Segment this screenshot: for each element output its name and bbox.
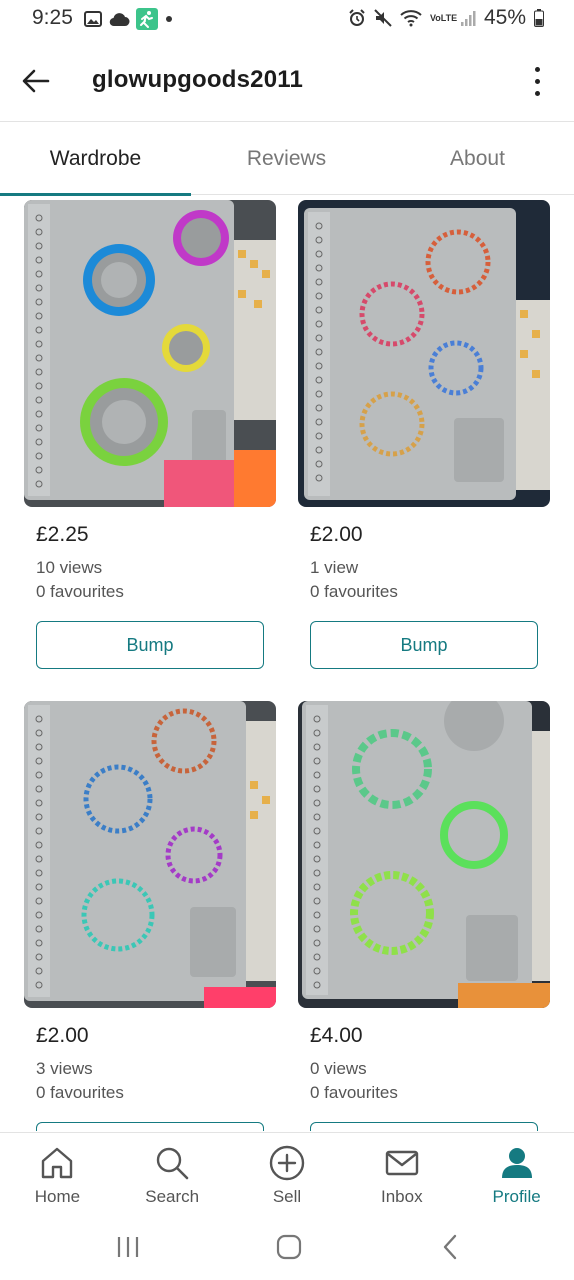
battery-icon <box>534 9 544 27</box>
bottom-navigation: Home Search Sell Inbox Profile <box>0 1132 574 1218</box>
tab-reviews[interactable]: Reviews <box>191 123 382 195</box>
item-price: £2.00 <box>36 1024 89 1047</box>
bump-button[interactable]: Bump <box>36 621 264 669</box>
recent-apps-button[interactable] <box>108 1232 148 1262</box>
nav-inbox[interactable]: Inbox <box>344 1133 459 1219</box>
mute-icon <box>374 9 392 27</box>
home-system-icon <box>276 1234 302 1260</box>
item-price: £2.00 <box>310 523 363 546</box>
more-vert-icon-dot <box>534 78 540 84</box>
tab-about[interactable]: About <box>382 123 573 195</box>
home-icon <box>39 1145 75 1181</box>
app-header: glowupgoods2011 <box>0 40 574 122</box>
nav-home[interactable]: Home <box>0 1133 115 1219</box>
item-favourites: 0 favourites <box>310 1083 398 1102</box>
nav-search-label: Search <box>145 1187 200 1206</box>
plus-circle-icon <box>269 1145 305 1181</box>
nav-sell-label: Sell <box>272 1187 302 1206</box>
item-card[interactable]: £2.00 3 views 0 favourites <box>24 701 276 1131</box>
item-views: 0 views <box>310 1059 367 1078</box>
nav-search[interactable]: Search <box>115 1133 230 1219</box>
item-favourites: 0 favourites <box>310 582 398 601</box>
recent-apps-icon <box>117 1237 139 1257</box>
gallery-icon <box>84 11 102 27</box>
mail-icon <box>384 1145 420 1181</box>
battery-percent: 45% <box>483 6 526 29</box>
more-vert-icon <box>534 66 540 72</box>
fitness-app-icon <box>136 8 158 30</box>
more-options-button[interactable] <box>522 60 552 102</box>
cloud-icon <box>109 13 130 27</box>
item-views: 1 view <box>310 558 359 577</box>
item-card[interactable]: £2.25 10 views 0 favourites Bump <box>24 200 276 669</box>
person-icon <box>499 1145 535 1181</box>
status-time: 9:25 <box>32 6 73 29</box>
notification-icons <box>84 8 174 30</box>
wardrobe-grid: £2.25 10 views 0 favourites Bump £2.00 1… <box>0 196 574 1131</box>
item-photo[interactable] <box>298 200 550 507</box>
back-button[interactable] <box>16 61 56 101</box>
back-system-button[interactable] <box>430 1232 470 1262</box>
wifi-icon <box>400 10 422 27</box>
volte-indicator: VoLTE <box>429 12 458 23</box>
nav-profile-label: Profile <box>492 1187 541 1206</box>
item-card[interactable]: £2.00 1 view 0 favourites Bump <box>298 200 550 669</box>
item-photo[interactable] <box>298 701 550 1008</box>
home-system-button[interactable] <box>269 1232 309 1262</box>
nav-profile[interactable]: Profile <box>459 1133 574 1219</box>
system-navigation-bar <box>0 1218 574 1280</box>
page-title: glowupgoods2011 <box>92 66 304 93</box>
item-views: 3 views <box>36 1059 93 1078</box>
item-favourites: 0 favourites <box>36 582 124 601</box>
more-vert-icon-dot <box>534 90 540 96</box>
search-icon <box>154 1145 190 1181</box>
profile-tabs: Wardrobe Reviews About <box>0 123 574 196</box>
bump-button[interactable] <box>310 1122 538 1131</box>
back-arrow-icon <box>22 69 50 93</box>
item-price: £4.00 <box>310 1024 363 1047</box>
back-system-icon <box>443 1234 457 1260</box>
item-views: 10 views <box>36 558 103 577</box>
system-indicators: VoLTE 45% <box>348 6 544 30</box>
item-photo[interactable] <box>24 200 276 507</box>
signal-icon <box>460 11 476 26</box>
bump-button[interactable] <box>36 1122 264 1131</box>
bump-button[interactable]: Bump <box>310 621 538 669</box>
nav-home-label: Home <box>34 1187 81 1206</box>
status-bar: 9:25 VoLTE 45% <box>0 0 574 40</box>
dot-icon <box>166 16 172 22</box>
item-card[interactable]: £4.00 0 views 0 favourites <box>298 701 550 1131</box>
nav-inbox-label: Inbox <box>380 1187 423 1206</box>
item-price: £2.25 <box>36 523 89 546</box>
item-photo[interactable] <box>24 701 276 1008</box>
tab-wardrobe[interactable]: Wardrobe <box>0 123 191 196</box>
item-favourites: 0 favourites <box>36 1083 124 1102</box>
alarm-icon <box>349 9 365 26</box>
nav-sell[interactable]: Sell <box>230 1133 345 1219</box>
